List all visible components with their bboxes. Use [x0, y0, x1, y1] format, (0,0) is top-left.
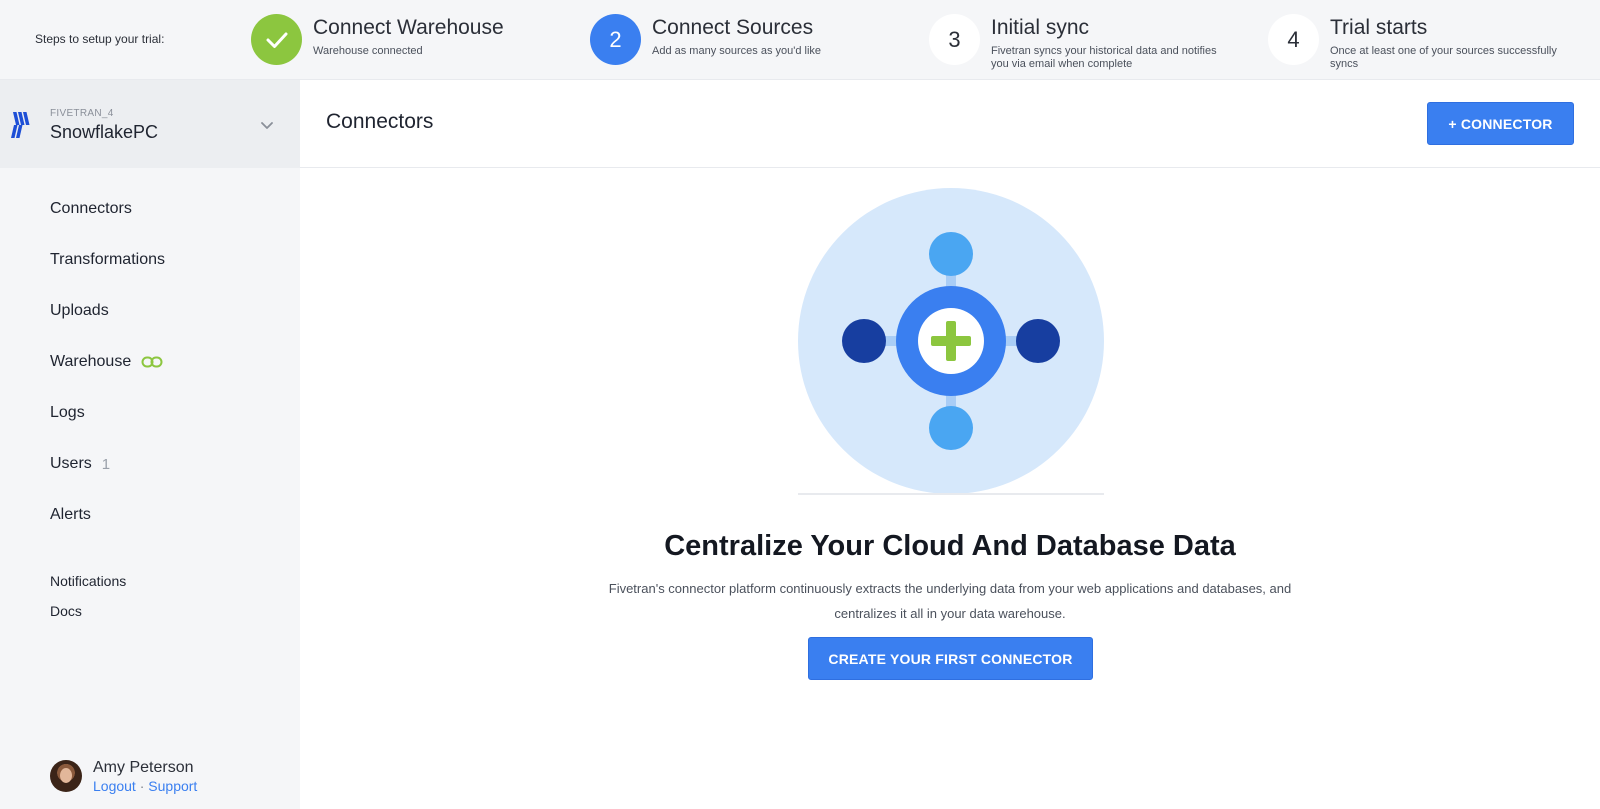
link-separator: ·	[139, 778, 145, 794]
sidebar-item-connectors[interactable]: Connectors	[50, 200, 132, 218]
sidebar-item-logs[interactable]: Logs	[50, 404, 85, 422]
sidebar: FIVETRAN_4 SnowflakePC Connectors Transf…	[0, 80, 300, 809]
page-title: Connectors	[326, 110, 434, 133]
sidebar-item-label: Connectors	[50, 200, 132, 217]
step-number-badge: 2	[590, 14, 641, 65]
sidebar-item-uploads[interactable]: Uploads	[50, 302, 109, 320]
step-description: Once at least one of your sources succes…	[1330, 45, 1557, 70]
step-title: Connect Sources	[652, 16, 814, 39]
add-connector-button[interactable]: + CONNECTOR	[1427, 102, 1574, 145]
step-number-badge: 3	[929, 14, 980, 65]
sidebar-item-transformations[interactable]: Transformations	[50, 251, 165, 269]
user-name: Amy Peterson	[93, 759, 194, 776]
step-title: Connect Warehouse	[313, 16, 504, 39]
sidebar-item-label: Logs	[50, 404, 85, 421]
sidebar-item-label: Alerts	[50, 506, 91, 523]
support-link[interactable]: Support	[148, 778, 197, 794]
create-first-connector-button[interactable]: CREATE YOUR FIRST CONNECTOR	[808, 637, 1093, 680]
hero-title: Centralize Your Cloud And Database Data	[664, 530, 1236, 562]
sidebar-item-label: Transformations	[50, 251, 165, 268]
step-description: Fivetran syncs your historical data and …	[991, 45, 1217, 70]
step-title: Initial sync	[991, 16, 1090, 39]
trial-steps-bar: Steps to setup your trial: Connect Wareh…	[0, 0, 1600, 80]
account-label: FIVETRAN_4	[50, 108, 114, 119]
logout-link[interactable]: Logout	[93, 778, 136, 794]
sidebar-item-warehouse[interactable]: Warehouse	[50, 353, 163, 371]
connector-hub-illustration	[798, 188, 1104, 494]
step-title: Trial starts	[1330, 16, 1428, 39]
sidebar-item-label: Warehouse	[50, 353, 132, 370]
sidebar-item-users[interactable]: Users 1	[50, 455, 110, 473]
illustration-baseline	[798, 493, 1104, 495]
account-name: SnowflakePC	[50, 122, 159, 142]
users-count-badge: 1	[101, 455, 111, 473]
main-content: Connectors + CONNECTOR Centralize Your C…	[300, 80, 1600, 809]
chevron-down-icon[interactable]	[259, 117, 275, 133]
sidebar-item-alerts[interactable]: Alerts	[50, 506, 91, 524]
step-description: Add as many sources as you'd like	[652, 45, 822, 57]
avatar	[50, 760, 82, 792]
trial-steps-intro: Steps to setup your trial:	[35, 32, 165, 46]
sidebar-link-docs[interactable]: Docs	[50, 603, 82, 619]
link-icon	[141, 356, 163, 368]
account-switcher[interactable]: FIVETRAN_4 SnowflakePC	[0, 80, 300, 168]
fivetran-logo	[11, 112, 30, 138]
check-icon	[251, 14, 302, 65]
page-header: Connectors + CONNECTOR	[300, 80, 1600, 168]
sidebar-item-label: Users	[50, 455, 92, 472]
sidebar-link-notifications[interactable]: Notifications	[50, 573, 126, 589]
user-links: Logout · Support	[93, 778, 197, 794]
step-description: Warehouse connected	[313, 45, 423, 57]
sidebar-item-label: Uploads	[50, 302, 109, 319]
hero-description: Fivetran's connector platform continuous…	[608, 581, 1292, 621]
step-number-badge: 4	[1268, 14, 1319, 65]
